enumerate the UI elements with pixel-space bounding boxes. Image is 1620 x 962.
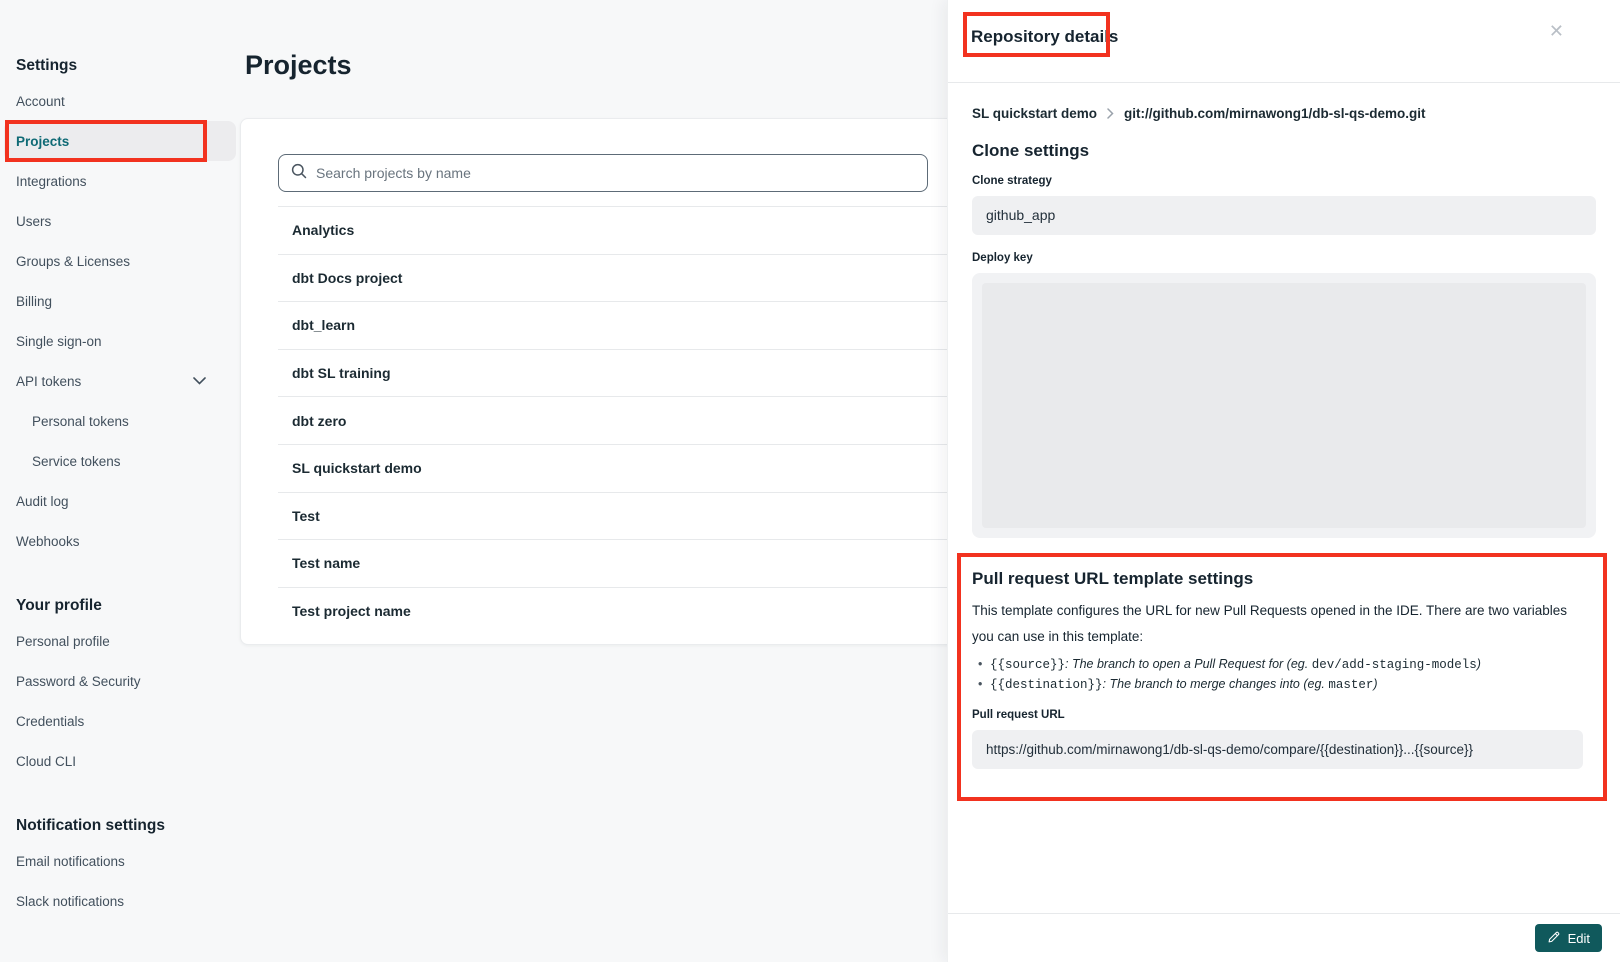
sidebar-item-webhooks[interactable]: Webhooks (0, 521, 240, 561)
deploy-key-label: Deploy key (972, 252, 1596, 265)
pr-variable-destination: {{destination}}: The branch to merge cha… (972, 675, 1583, 695)
pull-request-url-template-section: Pull request URL template settings This … (957, 553, 1607, 801)
sidebar-item-projects[interactable]: Projects (4, 121, 236, 161)
panel-footer: Edit (948, 913, 1620, 962)
repository-details-panel: Repository details ✕ SL quickstart demo … (947, 0, 1620, 962)
breadcrumb-project: SL quickstart demo (972, 106, 1097, 121)
chevron-right-icon (1107, 108, 1114, 119)
sidebar-item-integrations[interactable]: Integrations (0, 161, 240, 201)
panel-header: Repository details ✕ (948, 0, 1620, 83)
sidebar-item-personal-profile[interactable]: Personal profile (0, 621, 240, 661)
close-icon[interactable]: ✕ (1549, 22, 1564, 40)
sidebar-item-audit-log[interactable]: Audit log (0, 481, 240, 521)
clone-settings-heading: Clone settings (972, 141, 1596, 161)
sidebar-heading-your-profile: Your profile (0, 591, 240, 621)
sidebar-item-users[interactable]: Users (0, 201, 240, 241)
panel-body: SL quickstart demo git://github.com/mirn… (948, 83, 1620, 801)
search-icon (291, 163, 307, 184)
deploy-key-redacted (982, 283, 1586, 528)
sidebar-item-single-sign-on[interactable]: Single sign-on (0, 321, 240, 361)
sidebar-item-groups-licenses[interactable]: Groups & Licenses (0, 241, 240, 281)
pencil-icon (1547, 930, 1561, 947)
edit-button[interactable]: Edit (1535, 924, 1602, 952)
chevron-down-icon (193, 377, 206, 385)
sidebar-item-email-notifications[interactable]: Email notifications (0, 841, 240, 881)
page-title: Projects (245, 50, 352, 81)
pr-template-variables: {{source}}: The branch to open a Pull Re… (972, 655, 1583, 695)
sidebar-item-password-security[interactable]: Password & Security (0, 661, 240, 701)
pr-variable-source: {{source}}: The branch to open a Pull Re… (972, 655, 1583, 675)
panel-title: Repository details (971, 27, 1118, 47)
sidebar-item-api-tokens[interactable]: API tokens (0, 361, 240, 401)
clone-strategy-label: Clone strategy (972, 175, 1596, 188)
pull-request-url-value: https://github.com/mirnawong1/db-sl-qs-d… (972, 730, 1583, 769)
search-input[interactable] (316, 165, 915, 181)
sidebar-item-service-tokens[interactable]: Service tokens (0, 441, 240, 481)
pr-template-description: This template configures the URL for new… (972, 598, 1577, 650)
breadcrumb-repo-url: git://github.com/mirnawong1/db-sl-qs-dem… (1124, 106, 1425, 121)
pull-request-url-label: Pull request URL (972, 709, 1583, 722)
edit-button-label: Edit (1568, 931, 1590, 946)
pr-template-heading: Pull request URL template settings (972, 569, 1583, 589)
settings-sidebar: Settings Account Projects Integrations U… (0, 0, 240, 962)
sidebar-item-slack-notifications[interactable]: Slack notifications (0, 881, 240, 921)
sidebar-item-cloud-cli[interactable]: Cloud CLI (0, 741, 240, 781)
sidebar-heading-settings: Settings (0, 51, 240, 81)
clone-strategy-value: github_app (972, 196, 1596, 235)
deploy-key-box (972, 273, 1596, 538)
sidebar-item-account[interactable]: Account (0, 81, 240, 121)
sidebar-item-billing[interactable]: Billing (0, 281, 240, 321)
breadcrumb: SL quickstart demo git://github.com/mirn… (972, 104, 1596, 122)
project-search[interactable] (278, 154, 928, 192)
sidebar-item-credentials[interactable]: Credentials (0, 701, 240, 741)
sidebar-item-personal-tokens[interactable]: Personal tokens (0, 401, 240, 441)
sidebar-heading-notification-settings: Notification settings (0, 811, 240, 841)
